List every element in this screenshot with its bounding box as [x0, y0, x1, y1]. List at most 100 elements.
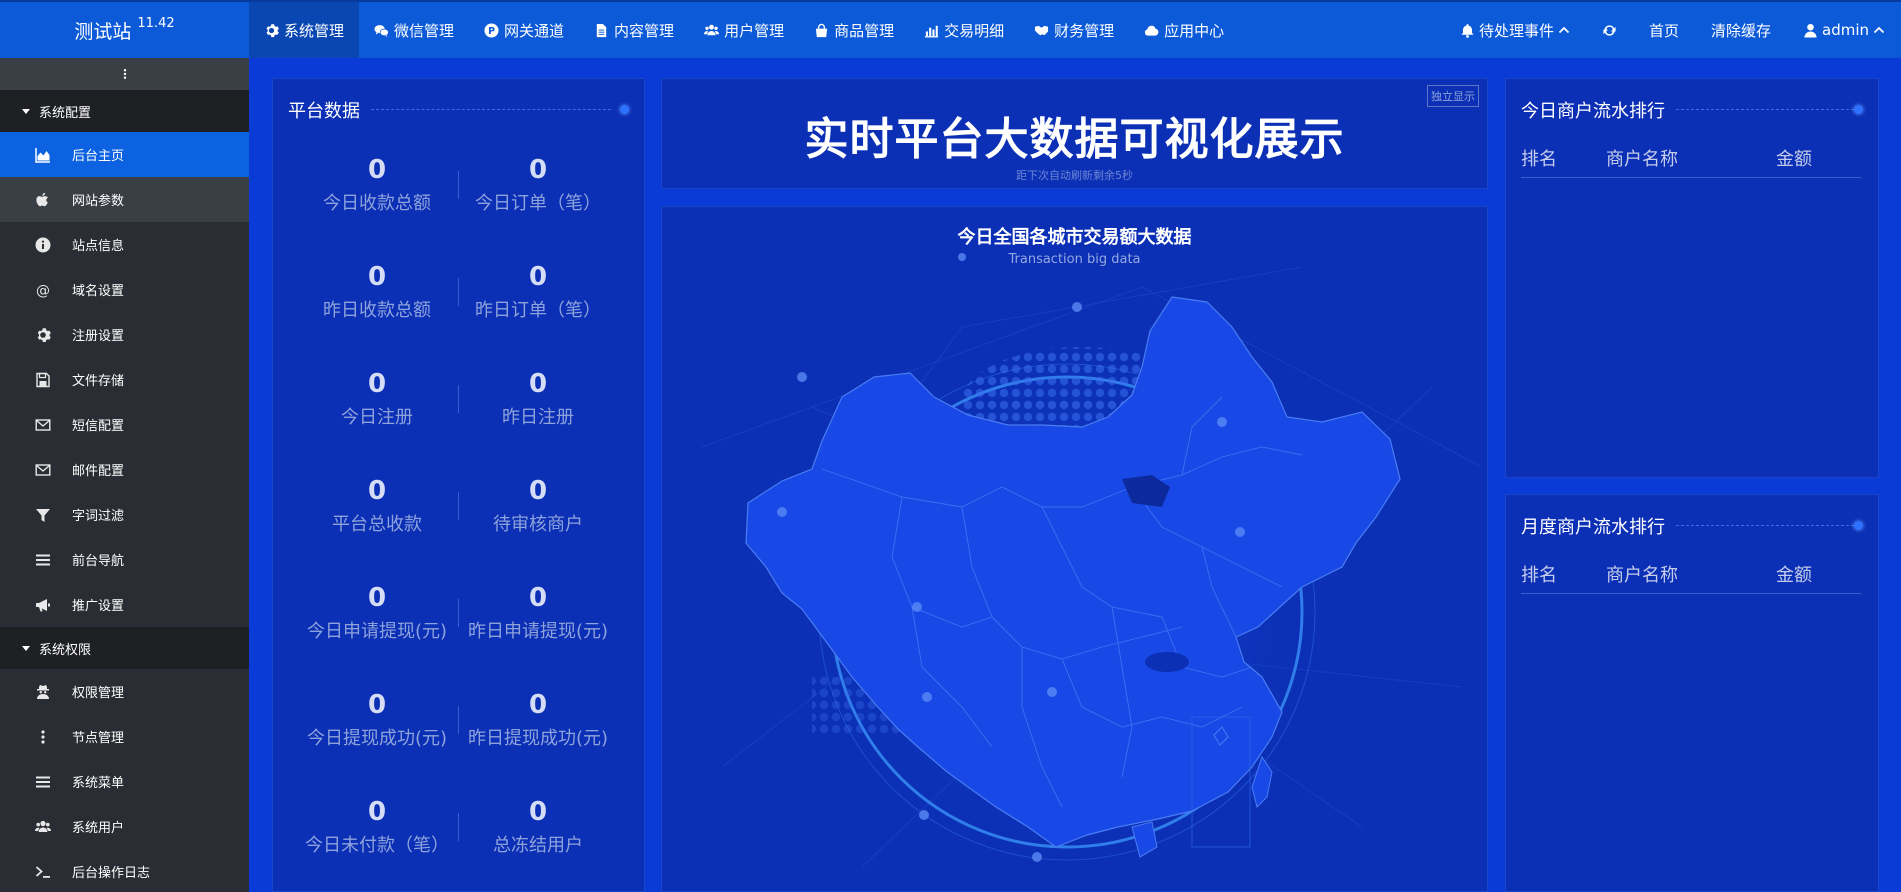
sidebar-item-email-config[interactable]: 邮件配置 — [0, 447, 249, 492]
stat-item: 0 今日订单（笔） — [458, 155, 618, 215]
sidebar-group-system-config[interactable]: 系统配置 — [0, 90, 249, 132]
clear-cache-button[interactable]: 清除缓存 — [1695, 20, 1787, 41]
sidebar-item-site-params[interactable]: 网站参数 — [0, 177, 249, 222]
gear-icon — [35, 327, 51, 343]
sidebar-item-system-users[interactable]: 系统用户 — [0, 804, 249, 849]
info-circle-icon — [35, 237, 51, 253]
cloud-icon — [1144, 23, 1159, 38]
sidebar-item-sms-config[interactable]: 短信配置 — [0, 402, 249, 447]
stat-item: 0 今日收款总额 — [297, 155, 457, 215]
stat-label: 今日申请提现(元) — [306, 621, 448, 642]
column-amount: 金额 — [1776, 149, 1812, 170]
sidebar-item-label: 注册设置 — [72, 329, 125, 344]
panel-title: 月度商户流水排行 — [1521, 517, 1665, 538]
nav-user-management[interactable]: 用户管理 — [689, 2, 799, 58]
shopping-bag-icon — [814, 23, 829, 38]
platform-data-panel: 平台数据 0 今日收款总额 0 今日订单（笔） 0 昨日收款总额 0 昨日订单（笔） 0 今日注册… — [272, 78, 645, 892]
sidebar-item-system-menu[interactable]: 系统菜单 — [0, 759, 249, 804]
users-icon — [704, 23, 719, 38]
sidebar-item-dashboard[interactable]: 后台主页 — [0, 132, 249, 177]
stat-value: 0 — [528, 690, 548, 720]
refresh-button[interactable] — [1586, 23, 1633, 38]
stat-label: 今日未付款（笔） — [305, 835, 449, 856]
sidebar-item-front-nav[interactable]: 前台导航 — [0, 537, 249, 582]
sidebar-group-system-permissions[interactable]: 系统权限 — [0, 627, 249, 669]
title-dot — [1854, 105, 1863, 114]
users-icon — [35, 819, 51, 835]
column-rank: 排名 — [1521, 149, 1557, 170]
sidebar-item-promotion-settings[interactable]: 推广设置 — [0, 582, 249, 627]
title-divider — [1676, 109, 1854, 110]
sidebar-item-label: 文件存储 — [72, 374, 125, 389]
user-icon — [1803, 23, 1818, 38]
ellipsis-vertical-icon — [35, 729, 51, 745]
sidebar-item-site-info[interactable]: 站点信息 — [0, 222, 249, 267]
sidebar-item-label: 系统菜单 — [72, 776, 125, 791]
pending-events-button[interactable]: 待处理事件 — [1444, 20, 1586, 41]
brand[interactable]: 测试站 11.42 — [0, 2, 249, 58]
filter-icon — [35, 507, 51, 523]
sidebar-item-label: 节点管理 — [72, 731, 125, 746]
stat-value: 0 — [528, 797, 548, 827]
stat-item: 0 昨日收款总额 — [297, 262, 457, 322]
stat-value: 0 — [528, 155, 548, 185]
stat-label: 待审核商户 — [493, 514, 583, 535]
sidebar-item-permission-management[interactable]: 权限管理 — [0, 669, 249, 714]
brand-version: 11.42 — [137, 15, 175, 31]
caret-down-icon — [22, 645, 30, 651]
nav-label: 微信管理 — [394, 21, 455, 40]
sidebar-toggle[interactable] — [0, 58, 249, 90]
nav-product-management[interactable]: 商品管理 — [799, 2, 909, 58]
sidebar-item-register-settings[interactable]: 注册设置 — [0, 312, 249, 357]
refresh-icon — [1602, 23, 1617, 38]
stat-value: 0 — [367, 155, 387, 185]
nav-wechat-management[interactable]: 微信管理 — [359, 2, 469, 58]
sidebar-item-label: 域名设置 — [72, 284, 125, 299]
stat-item: 0 今日未付款（笔） — [297, 797, 457, 857]
brand-name: 测试站 — [74, 20, 132, 43]
sidebar-item-label: 权限管理 — [72, 686, 125, 701]
stat-item: 0 昨日注册 — [458, 369, 618, 429]
nav-finance-management[interactable]: 财务管理 — [1019, 2, 1129, 58]
standalone-display-button[interactable]: 独立显示 — [1427, 85, 1479, 107]
sidebar-item-label: 站点信息 — [72, 239, 125, 254]
stat-label: 总冻结用户 — [493, 835, 583, 856]
nav-system-management[interactable]: 系统管理 — [249, 2, 360, 58]
apple-icon — [35, 192, 51, 208]
user-name: admin — [1822, 21, 1869, 39]
home-link[interactable]: 首页 — [1633, 20, 1695, 41]
top-bar: 测试站 11.42 系统管理 微信管理 网关通道 内容管理 用户管理 商品管理 — [0, 0, 1901, 58]
sidebar-item-word-filter[interactable]: 字词过滤 — [0, 492, 249, 537]
nav-app-center[interactable]: 应用中心 — [1129, 2, 1239, 58]
stat-label: 平台总收款 — [332, 514, 422, 535]
user-menu[interactable]: admin — [1787, 21, 1901, 39]
nav-label: 应用中心 — [1164, 21, 1225, 40]
sidebar-item-label: 后台主页 — [72, 149, 125, 164]
envelope-icon — [35, 417, 51, 433]
sidebar-item-node-management[interactable]: 节点管理 — [0, 714, 249, 759]
nav-label: 网关通道 — [504, 21, 565, 40]
stat-item: 0 昨日提现成功(元) — [458, 690, 618, 750]
sidebar: 系统配置 后台主页 网站参数 站点信息 域名设置 注册设置 文件存储 短信配置 … — [0, 58, 249, 892]
terminal-icon — [35, 864, 51, 880]
stat-value: 0 — [528, 476, 548, 506]
home-label: 首页 — [1648, 21, 1679, 40]
sidebar-item-file-storage[interactable]: 文件存储 — [0, 357, 249, 402]
nav-transaction-details[interactable]: 交易明细 — [909, 2, 1019, 58]
nav-label: 财务管理 — [1054, 21, 1115, 40]
nav-gateway-channel[interactable]: 网关通道 — [469, 2, 579, 58]
sidebar-item-label: 后台操作日志 — [72, 866, 151, 881]
bar-chart-icon — [924, 23, 939, 38]
title-dot — [620, 105, 629, 114]
stat-item: 0 今日申请提现(元) — [297, 583, 457, 643]
sidebar-group-label: 系统权限 — [39, 642, 92, 658]
today-ranking-panel: 今日商户流水排行 排名 商户名称 金额 — [1505, 78, 1879, 478]
sidebar-item-domain-settings[interactable]: 域名设置 — [0, 267, 249, 312]
sidebar-item-operation-log[interactable]: 后台操作日志 — [0, 849, 249, 892]
panel-title: 今日商户流水排行 — [1521, 101, 1665, 122]
stat-label: 今日注册 — [341, 407, 413, 428]
nav-content-management[interactable]: 内容管理 — [579, 2, 689, 58]
stat-label: 今日提现成功(元) — [306, 728, 448, 749]
wechat-icon — [374, 23, 389, 38]
stat-value: 0 — [528, 369, 548, 399]
